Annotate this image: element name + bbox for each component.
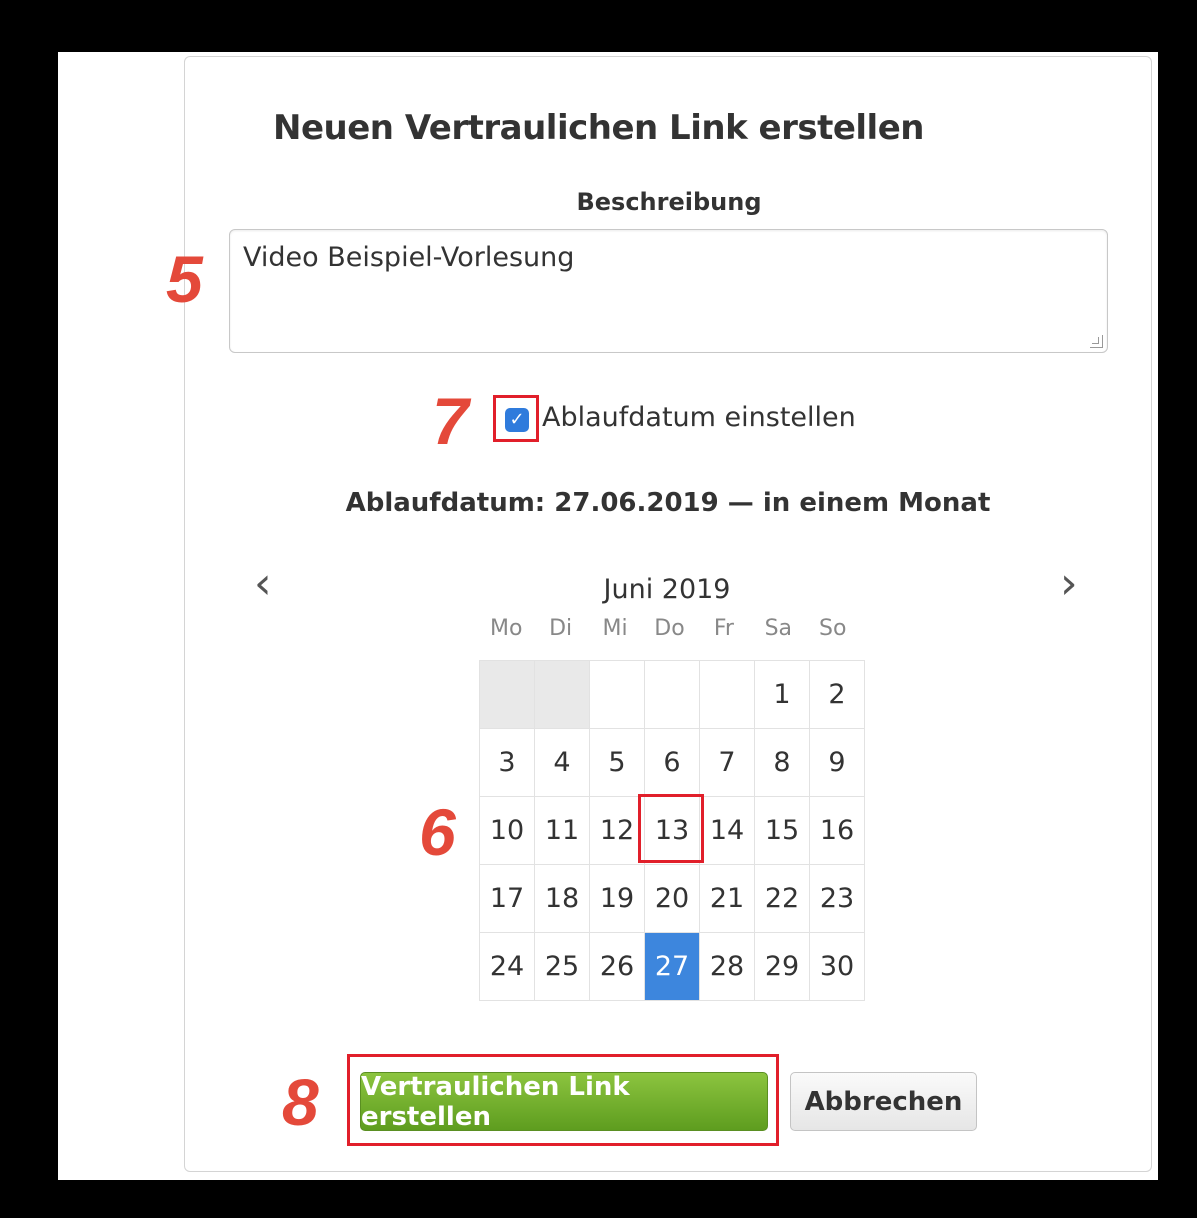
calendar-week-5: 24 25 26 27 28 29 30 bbox=[479, 932, 865, 1001]
cancel-button[interactable]: Abbrechen bbox=[790, 1072, 977, 1131]
weekday-di: Di bbox=[549, 616, 573, 641]
calendar-week-4: 17 18 19 20 21 22 23 bbox=[479, 864, 865, 933]
weekday-so: So bbox=[819, 616, 847, 641]
calendar-day-empty bbox=[479, 660, 535, 729]
description-value: Video Beispiel-Vorlesung bbox=[243, 242, 575, 273]
calendar-weekday-header: Mo Di Mi Do Fr Sa So bbox=[479, 616, 860, 648]
weekday-do: Do bbox=[654, 616, 685, 641]
calendar-day[interactable]: 3 bbox=[479, 728, 535, 797]
calendar-day[interactable]: 7 bbox=[699, 728, 755, 797]
calendar-day[interactable]: 19 bbox=[589, 864, 645, 933]
calendar-day[interactable]: 21 bbox=[699, 864, 755, 933]
resize-grip-icon[interactable] bbox=[1090, 335, 1103, 348]
annotation-number-7: 7 bbox=[432, 384, 469, 458]
expiry-checkbox[interactable]: ✓ bbox=[505, 408, 529, 432]
description-label: Beschreibung bbox=[576, 188, 762, 216]
calendar-month-label: Juni 2019 bbox=[603, 574, 731, 605]
calendar-day[interactable]: 11 bbox=[534, 796, 590, 865]
calendar-day[interactable]: 18 bbox=[534, 864, 590, 933]
calendar-day[interactable]: 10 bbox=[479, 796, 535, 865]
calendar-day-empty bbox=[644, 660, 700, 729]
calendar-day[interactable]: 15 bbox=[754, 796, 810, 865]
calendar-day[interactable]: 12 bbox=[589, 796, 645, 865]
calendar-day-empty bbox=[699, 660, 755, 729]
expiry-checkbox-label[interactable]: Ablaufdatum einstellen bbox=[542, 402, 856, 433]
calendar-day[interactable]: 6 bbox=[644, 728, 700, 797]
calendar-week-2: 3 4 5 6 7 8 9 bbox=[479, 728, 865, 797]
annotation-number-6: 6 bbox=[419, 795, 456, 869]
calendar-day[interactable]: 17 bbox=[479, 864, 535, 933]
calendar-day[interactable]: 24 bbox=[479, 932, 535, 1001]
calendar-day[interactable]: 30 bbox=[809, 932, 865, 1001]
calendar-day[interactable]: 25 bbox=[534, 932, 590, 1001]
annotation-number-8: 8 bbox=[282, 1065, 319, 1139]
calendar-day[interactable]: 9 bbox=[809, 728, 865, 797]
calendar-day[interactable]: 5 bbox=[589, 728, 645, 797]
calendar-day[interactable]: 22 bbox=[754, 864, 810, 933]
today-highlight-frame bbox=[638, 794, 704, 863]
calendar-day[interactable]: 2 bbox=[809, 660, 865, 729]
dialog-title: Neuen Vertraulichen Link erstellen bbox=[273, 108, 924, 148]
calendar-day-empty bbox=[534, 660, 590, 729]
calendar-day[interactable]: 23 bbox=[809, 864, 865, 933]
calendar-day-empty bbox=[589, 660, 645, 729]
weekday-mo: Mo bbox=[489, 616, 523, 641]
calendar-week-1: 1 2 bbox=[479, 660, 865, 729]
calendar-day[interactable]: 14 bbox=[699, 796, 755, 865]
calendar-day[interactable]: 1 bbox=[754, 660, 810, 729]
weekday-sa: Sa bbox=[764, 616, 793, 641]
calendar-day-selected[interactable]: 27 bbox=[644, 932, 700, 1001]
weekday-fr: Fr bbox=[713, 616, 734, 641]
create-link-button[interactable]: Vertraulichen Link erstellen bbox=[360, 1072, 768, 1132]
annotation-number-5: 5 bbox=[166, 242, 203, 316]
description-textarea[interactable]: Video Beispiel-Vorlesung bbox=[229, 229, 1108, 353]
calendar-day[interactable]: 29 bbox=[754, 932, 810, 1001]
checkmark-icon: ✓ bbox=[509, 409, 525, 430]
calendar-day[interactable]: 20 bbox=[644, 864, 700, 933]
calendar-day[interactable]: 4 bbox=[534, 728, 590, 797]
expiry-date-text: Ablaufdatum: 27.06.2019 — in einem Monat bbox=[345, 488, 991, 518]
calendar-day[interactable]: 28 bbox=[699, 932, 755, 1001]
calendar-day[interactable]: 26 bbox=[589, 932, 645, 1001]
calendar-day[interactable]: 16 bbox=[809, 796, 865, 865]
create-link-dialog bbox=[184, 56, 1152, 1172]
weekday-mi: Mi bbox=[602, 616, 628, 641]
calendar-day[interactable]: 8 bbox=[754, 728, 810, 797]
